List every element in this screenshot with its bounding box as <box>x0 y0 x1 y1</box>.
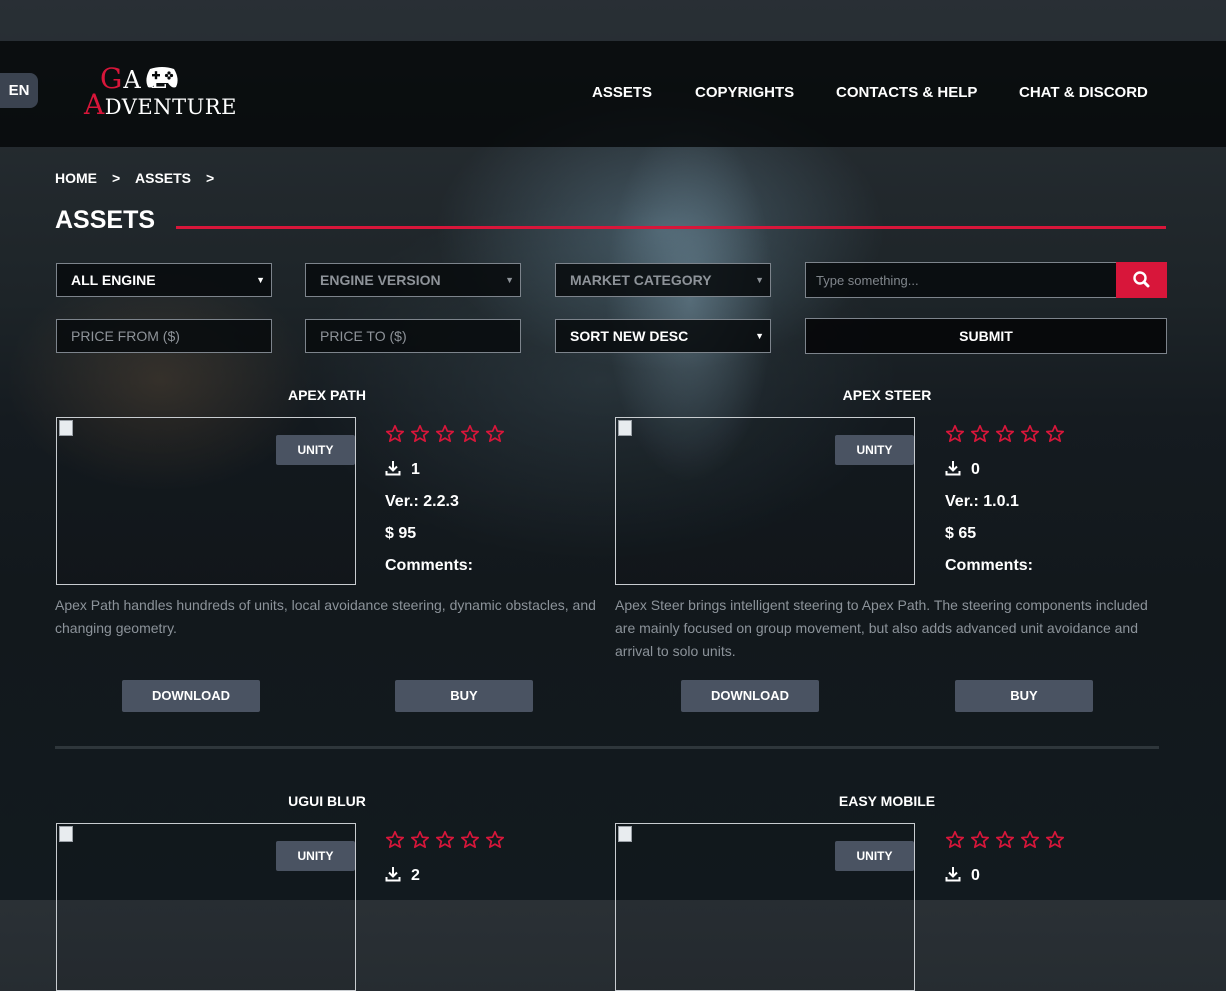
engine-badge: UNITY <box>835 841 914 871</box>
breadcrumb-home[interactable]: HOME <box>55 170 97 186</box>
comments-label[interactable]: Comments: <box>945 557 1033 575</box>
buy-button[interactable]: BUY <box>395 680 533 712</box>
rating-stars[interactable] <box>385 830 510 850</box>
star-icon[interactable] <box>435 424 460 444</box>
section-divider <box>55 746 1159 749</box>
search-button[interactable] <box>1116 262 1167 298</box>
product-title[interactable]: UGUI BLUR <box>177 793 477 809</box>
star-icon[interactable] <box>945 830 970 850</box>
download-count-icon <box>385 867 401 882</box>
star-icon[interactable] <box>410 424 435 444</box>
search-input[interactable] <box>805 262 1117 298</box>
broken-image-icon <box>59 420 73 436</box>
gamepad-icon <box>146 67 178 88</box>
caret-down-icon: ▼ <box>755 331 764 341</box>
nav-contacts-help[interactable]: CONTACTS & HELP <box>836 84 977 101</box>
star-icon[interactable] <box>970 424 995 444</box>
download-count: 1 <box>411 461 420 478</box>
product-title[interactable]: EASY MOBILE <box>737 793 1037 809</box>
rating-stars[interactable] <box>945 830 1070 850</box>
page-title: ASSETS <box>55 206 156 234</box>
download-button[interactable]: DOWNLOAD <box>681 680 819 712</box>
comments-label[interactable]: Comments: <box>385 557 473 575</box>
language-switcher[interactable]: EN <box>0 73 38 108</box>
nav-copyrights[interactable]: COPYRIGHTS <box>695 84 794 101</box>
engine-badge: UNITY <box>276 841 355 871</box>
star-icon[interactable] <box>995 424 1020 444</box>
logo-line2: ADVENTURE <box>84 88 237 121</box>
engine-select[interactable]: ALL ENGINE ▼ <box>56 263 272 297</box>
star-icon[interactable] <box>485 830 510 850</box>
breadcrumb-separator: > <box>112 170 121 186</box>
download-count: 0 <box>971 867 980 884</box>
product-description: Apex Steer brings intelligent steering t… <box>615 597 1148 659</box>
price-to-input[interactable]: PRICE TO ($) <box>305 319 521 353</box>
breadcrumb-assets[interactable]: ASSETS <box>135 170 191 186</box>
download-count-icon <box>945 867 961 882</box>
star-icon[interactable] <box>460 830 485 850</box>
product-title[interactable]: APEX STEER <box>737 387 1037 403</box>
download-count: 0 <box>971 461 980 478</box>
engine-badge: UNITY <box>276 435 355 465</box>
product-title[interactable]: APEX PATH <box>177 387 477 403</box>
price-from-input[interactable]: PRICE FROM ($) <box>56 319 272 353</box>
star-icon[interactable] <box>995 830 1020 850</box>
site-logo[interactable]: GA E ADVENTURE <box>84 62 237 121</box>
star-icon[interactable] <box>435 830 460 850</box>
buy-button[interactable]: BUY <box>955 680 1093 712</box>
product-price: $ 65 <box>945 525 977 542</box>
star-icon[interactable] <box>460 424 485 444</box>
star-icon[interactable] <box>385 424 410 444</box>
search-icon <box>1133 271 1150 288</box>
engine-version-select[interactable]: ENGINE VERSION ▼ <box>305 263 521 297</box>
top-strip <box>0 0 1226 41</box>
rating-stars[interactable] <box>385 424 510 444</box>
rating-stars[interactable] <box>945 424 1070 444</box>
nav-chat-discord[interactable]: CHAT & DISCORD <box>1019 84 1148 101</box>
download-count-icon <box>385 461 401 476</box>
star-icon[interactable] <box>1045 830 1070 850</box>
star-icon[interactable] <box>945 424 970 444</box>
star-icon[interactable] <box>385 830 410 850</box>
broken-image-icon <box>618 420 632 436</box>
download-button[interactable]: DOWNLOAD <box>122 680 260 712</box>
download-count: 2 <box>411 867 420 884</box>
star-icon[interactable] <box>1020 830 1045 850</box>
star-icon[interactable] <box>970 830 995 850</box>
star-icon[interactable] <box>410 830 435 850</box>
star-icon[interactable] <box>1045 424 1070 444</box>
product-version: Ver.: 2.2.3 <box>385 493 459 510</box>
product-description: Apex Path handles hundreds of units, loc… <box>55 597 596 636</box>
product-version: Ver.: 1.0.1 <box>945 493 1019 510</box>
caret-down-icon: ▼ <box>505 275 514 285</box>
title-underline <box>176 226 1166 229</box>
sort-select[interactable]: SORT NEW DESC ▼ <box>555 319 771 353</box>
star-icon[interactable] <box>1020 424 1045 444</box>
caret-down-icon: ▼ <box>256 275 265 285</box>
market-category-select[interactable]: MARKET CATEGORY ▼ <box>555 263 771 297</box>
caret-down-icon: ▼ <box>755 275 764 285</box>
breadcrumb-separator: > <box>206 170 215 186</box>
download-count-icon <box>945 461 961 476</box>
nav-assets[interactable]: ASSETS <box>592 84 652 101</box>
broken-image-icon <box>59 826 73 842</box>
broken-image-icon <box>618 826 632 842</box>
submit-button[interactable]: SUBMIT <box>805 318 1167 354</box>
star-icon[interactable] <box>485 424 510 444</box>
product-price: $ 95 <box>385 525 417 542</box>
engine-badge: UNITY <box>835 435 914 465</box>
